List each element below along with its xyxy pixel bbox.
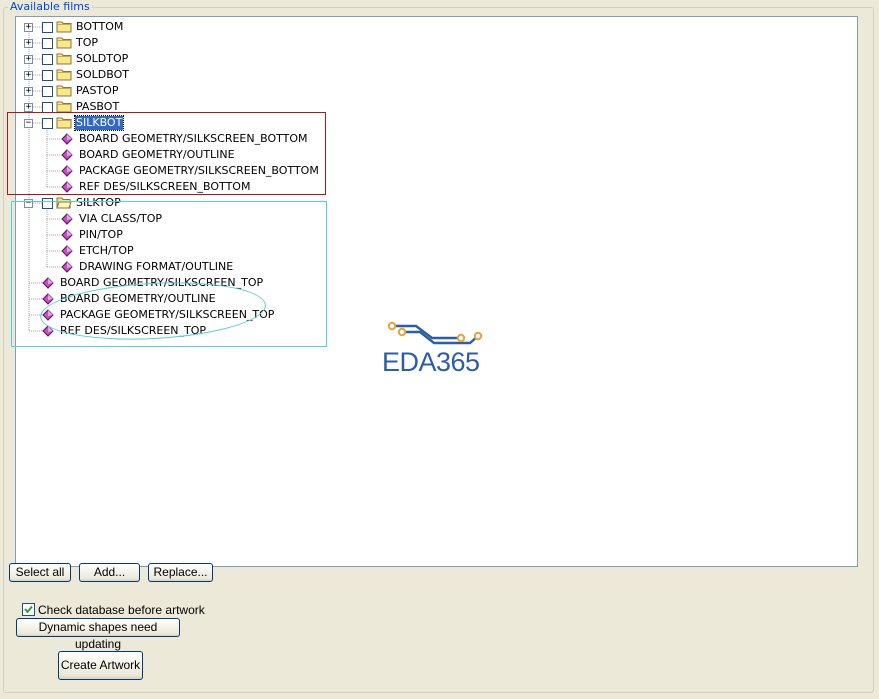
folder-icon	[56, 100, 72, 113]
film-label: SOLDTOP	[76, 52, 129, 65]
check-database-label: Check database before artwork	[38, 602, 205, 617]
layer-item[interactable]: ETCH/TOP	[16, 243, 616, 259]
film-checkbox[interactable]	[42, 54, 53, 65]
layer-label: DRAWING FORMAT/OUTLINE	[79, 260, 234, 273]
loose-layer-item[interactable]: BOARD GEOMETRY/OUTLINE	[16, 291, 616, 307]
add-button[interactable]: Add...	[79, 563, 140, 582]
layer-item[interactable]: BOARD GEOMETRY/OUTLINE	[16, 147, 616, 163]
layer-diamond-icon	[42, 277, 54, 289]
layer-diamond-icon	[61, 213, 73, 225]
film-label: SOLDBOT	[76, 68, 129, 81]
dynamic-shapes-button[interactable]: Dynamic shapes need updating	[16, 618, 180, 651]
expand-icon[interactable]: +	[24, 71, 33, 80]
folder-icon	[56, 68, 72, 81]
folder-icon	[56, 36, 72, 49]
layer-label: REF DES/SILKSCREEN_BOTTOM	[79, 180, 251, 193]
eda365-watermark-text: EDA365	[382, 347, 480, 377]
layer-diamond-icon	[42, 309, 54, 321]
folder-open-icon	[56, 196, 72, 209]
layer-diamond-icon	[61, 229, 73, 241]
folder-icon	[56, 20, 72, 33]
layer-item[interactable]: BOARD GEOMETRY/SILKSCREEN_BOTTOM	[16, 131, 616, 147]
film-label: BOTTOM	[76, 20, 124, 33]
film-label: SILKTOP	[76, 196, 121, 209]
layer-label: PACKAGE GEOMETRY/SILKSCREEN_TOP	[60, 308, 275, 321]
film-item-top[interactable]: + TOP	[16, 35, 616, 51]
folder-icon	[56, 116, 72, 129]
layer-label: BOARD GEOMETRY/SILKSCREEN_TOP	[60, 276, 264, 289]
replace-button[interactable]: Replace...	[148, 563, 213, 582]
expand-icon[interactable]: +	[24, 39, 33, 48]
film-item-soldbot[interactable]: + SOLDBOT	[16, 67, 616, 83]
film-checkbox[interactable]	[42, 22, 53, 33]
folder-icon	[56, 84, 72, 97]
films-tree[interactable]: + BOTTOM + TOP + SOLDTOP + SOLDBOT + PASTOP + PASBO…	[15, 16, 858, 567]
collapse-icon[interactable]: −	[24, 119, 33, 128]
layer-diamond-icon	[61, 165, 73, 177]
layer-item[interactable]: REF DES/SILKSCREEN_BOTTOM	[16, 179, 616, 195]
check-database-option[interactable]: Check database before artwork	[22, 602, 205, 617]
film-item-soldtop[interactable]: + SOLDTOP	[16, 51, 616, 67]
layer-label: BOARD GEOMETRY/OUTLINE	[79, 148, 235, 161]
layer-item[interactable]: PACKAGE GEOMETRY/SILKSCREEN_BOTTOM	[16, 163, 616, 179]
film-label: SILKBOT	[73, 115, 125, 131]
film-item-pasbot[interactable]: + PASBOT	[16, 99, 616, 115]
film-item-silktop[interactable]: − SILKTOP	[16, 195, 616, 211]
expand-icon[interactable]: +	[24, 87, 33, 96]
layer-diamond-icon	[61, 149, 73, 161]
check-database-checkbox[interactable]	[22, 603, 35, 616]
film-item-bottom[interactable]: + BOTTOM	[16, 19, 616, 35]
loose-layer-item[interactable]: PACKAGE GEOMETRY/SILKSCREEN_TOP	[16, 307, 616, 323]
layer-diamond-icon	[61, 133, 73, 145]
layer-label: PACKAGE GEOMETRY/SILKSCREEN_BOTTOM	[79, 164, 319, 177]
eda365-logo-icon	[387, 321, 483, 345]
layer-item[interactable]: DRAWING FORMAT/OUTLINE	[16, 259, 616, 275]
layer-label: PIN/TOP	[79, 228, 123, 241]
film-label: PASTOP	[76, 84, 119, 97]
film-checkbox[interactable]	[42, 118, 53, 129]
layer-item[interactable]: VIA CLASS/TOP	[16, 211, 616, 227]
film-checkbox[interactable]	[42, 38, 53, 49]
layer-diamond-icon	[61, 245, 73, 257]
layer-item[interactable]: PIN/TOP	[16, 227, 616, 243]
film-label: TOP	[76, 36, 99, 49]
collapse-icon[interactable]: −	[24, 199, 33, 208]
expand-icon[interactable]: +	[24, 23, 33, 32]
checkmark-icon	[24, 605, 33, 614]
layer-diamond-icon	[42, 293, 54, 305]
available-films-title: Available films	[8, 0, 92, 13]
layer-label: ETCH/TOP	[79, 244, 134, 257]
film-label: PASBOT	[76, 100, 120, 113]
loose-layer-item[interactable]: REF DES/SILKSCREEN_TOP	[16, 323, 616, 339]
layer-label: VIA CLASS/TOP	[79, 212, 163, 225]
film-item-silkbot[interactable]: − SILKBOT	[16, 115, 616, 131]
layer-label: BOARD GEOMETRY/OUTLINE	[60, 292, 216, 305]
folder-icon	[56, 52, 72, 65]
film-item-pastop[interactable]: + PASTOP	[16, 83, 616, 99]
layer-diamond-icon	[61, 261, 73, 273]
select-all-button[interactable]: Select all	[9, 563, 71, 582]
layer-diamond-icon	[42, 325, 54, 337]
layer-diamond-icon	[61, 181, 73, 193]
film-checkbox[interactable]	[42, 102, 53, 113]
expand-icon[interactable]: +	[24, 55, 33, 64]
film-checkbox[interactable]	[42, 198, 53, 209]
expand-icon[interactable]: +	[24, 103, 33, 112]
film-checkbox[interactable]	[42, 86, 53, 97]
create-artwork-button[interactable]: Create Artwork	[58, 651, 143, 680]
layer-label: REF DES/SILKSCREEN_TOP	[60, 324, 207, 337]
loose-layer-item[interactable]: BOARD GEOMETRY/SILKSCREEN_TOP	[16, 275, 616, 291]
layer-label: BOARD GEOMETRY/SILKSCREEN_BOTTOM	[79, 132, 308, 145]
film-checkbox[interactable]	[42, 70, 53, 81]
